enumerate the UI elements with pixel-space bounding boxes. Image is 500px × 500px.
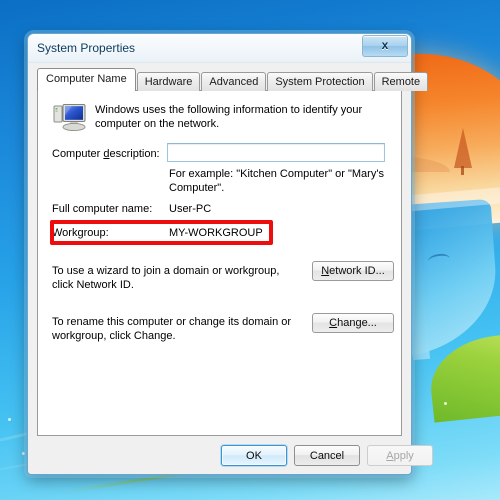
full-computer-name-value: User-PC	[169, 203, 212, 215]
wallpaper-sparkle	[8, 418, 11, 421]
tab-remote[interactable]: Remote	[373, 72, 429, 91]
wallpaper-pine-tree-icon	[454, 128, 472, 168]
tab-computer-name[interactable]: Computer Name	[37, 68, 136, 91]
close-button[interactable]: x	[362, 35, 408, 57]
window-title: System Properties	[37, 41, 136, 55]
wallpaper-sparkle	[22, 452, 25, 455]
wallpaper-sparkle	[444, 402, 447, 405]
apply-button: Apply	[367, 445, 433, 466]
tab-system-protection[interactable]: System Protection	[267, 72, 373, 91]
computer-description-example: For example: "Kitchen Computer" or "Mary…	[169, 168, 384, 194]
workgroup-label: Workgroup:	[52, 227, 109, 239]
tab-strip: Computer Name Hardware Advanced System P…	[37, 68, 429, 91]
workgroup-value: MY-WORKGROUP	[169, 227, 263, 239]
panel-intro-text: Windows uses the following information t…	[95, 104, 363, 130]
title-bar[interactable]: System Properties x	[28, 34, 411, 63]
full-computer-name-label: Full computer name:	[52, 203, 153, 215]
change-hint: To rename this computer or change its do…	[52, 316, 292, 342]
change-button[interactable]: Change...	[312, 313, 394, 333]
cancel-button[interactable]: Cancel	[294, 445, 360, 466]
close-icon: x	[381, 38, 389, 52]
network-id-button[interactable]: Network ID...	[312, 261, 394, 281]
computer-name-panel: Windows uses the following information t…	[37, 90, 402, 436]
ok-button[interactable]: OK	[221, 445, 287, 466]
tab-advanced[interactable]: Advanced	[201, 72, 267, 91]
wallpaper-pine-tree-trunk	[461, 166, 464, 175]
system-properties-dialog: System Properties x Computer Name Hardwa…	[27, 33, 433, 475]
network-id-hint: To use a wizard to join a domain or work…	[52, 265, 280, 291]
tab-hardware[interactable]: Hardware	[136, 72, 201, 91]
computer-icon	[53, 103, 87, 133]
computer-description-input[interactable]	[167, 143, 385, 162]
computer-description-label: Computer description:	[52, 148, 160, 160]
